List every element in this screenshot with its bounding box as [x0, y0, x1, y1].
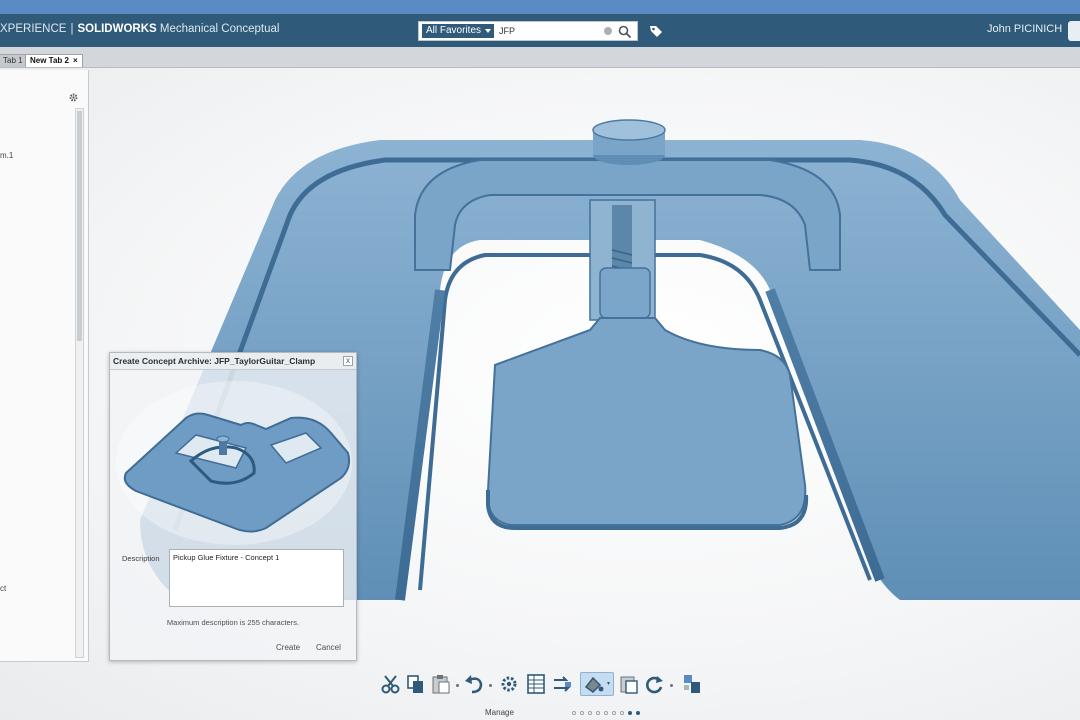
tag-icon[interactable] — [648, 23, 664, 39]
paint-tool-button[interactable] — [580, 672, 614, 696]
copy-icon[interactable] — [405, 672, 427, 696]
pager-dot[interactable] — [596, 711, 600, 715]
gear-icon[interactable] — [68, 92, 79, 103]
pager-dot[interactable] — [604, 711, 608, 715]
table-icon[interactable] — [525, 672, 547, 696]
toolbar-dot — [456, 684, 459, 687]
settings-icon[interactable] — [498, 672, 520, 696]
toolbar-section-label: Manage — [485, 708, 514, 717]
swap-icon[interactable] — [551, 672, 573, 696]
pager-dot[interactable] — [620, 711, 624, 715]
search-input[interactable] — [499, 24, 599, 38]
avatar[interactable] — [1068, 21, 1080, 41]
dialog-title: Create Concept Archive: JFP_TaylorGuitar… — [113, 356, 316, 366]
pager-dot[interactable] — [580, 711, 584, 715]
description-label: Description — [122, 554, 160, 563]
tab-2-label: New Tab 2 — [30, 56, 69, 65]
brand-title: XPERIENCE | SOLIDWORKS Mechanical Conceptu… — [0, 23, 279, 35]
brand-separator: | — [70, 23, 74, 35]
scrollbar-thumb[interactable] — [77, 111, 82, 341]
search-bar: All Favorites — [418, 21, 638, 41]
description-hint: Maximum description is 255 characters. — [166, 618, 300, 627]
panel-scrollbar[interactable] — [75, 108, 84, 658]
clipboard-icon[interactable] — [618, 672, 640, 696]
cancel-button[interactable]: Cancel — [316, 643, 341, 652]
tab-1-label: Tab 1 — [3, 56, 23, 65]
panel-item-text[interactable]: m.1 — [0, 151, 13, 160]
create-concept-archive-dialog: Create Concept Archive: JFP_TaylorGuitar… — [109, 352, 357, 661]
tab-new-tab-2[interactable]: New Tab 2 × — [25, 54, 83, 67]
tab-1[interactable]: Tab 1 — [0, 54, 28, 67]
top-accent-strip — [0, 0, 1080, 14]
dialog-titlebar[interactable]: Create Concept Archive: JFP_TaylorGuitar… — [110, 353, 356, 370]
cut-icon[interactable] — [380, 672, 402, 696]
close-icon[interactable]: x — [343, 356, 353, 366]
description-field[interactable]: Pickup Glue Fixture - Concept 1 — [169, 549, 344, 607]
paste-icon[interactable] — [430, 672, 452, 696]
paint-icon — [584, 676, 610, 693]
search-scope-select[interactable]: All Favorites — [422, 24, 495, 38]
pager-dot[interactable] — [572, 711, 576, 715]
brand-name: SOLIDWORKS — [77, 23, 157, 35]
manage-toolbar — [378, 672, 708, 698]
app-header: XPERIENCE | SOLIDWORKS Mechanical Conceptu… — [0, 14, 1080, 47]
toolbar-dot — [489, 684, 492, 687]
undo-icon[interactable] — [463, 672, 485, 696]
brand-prefix: XPERIENCE — [0, 23, 67, 35]
arrange-icon[interactable] — [681, 672, 703, 696]
left-panel: m.1 ct — [0, 70, 89, 662]
toolbar-dot — [670, 684, 673, 687]
app-name: Mechanical Conceptual — [159, 23, 280, 35]
close-icon[interactable]: × — [73, 56, 78, 65]
clear-search-icon[interactable] — [604, 27, 612, 35]
search-scope-label: All Favorites — [426, 25, 482, 36]
user-name[interactable]: John PICINICH — [987, 23, 1062, 35]
tab-bar: Tab 1 New Tab 2 × — [0, 47, 1080, 68]
pager-dot[interactable] — [612, 711, 616, 715]
refresh-icon[interactable] — [643, 672, 665, 696]
pager-dot[interactable] — [588, 711, 592, 715]
pager-dot[interactable] — [628, 711, 632, 715]
create-button[interactable]: Create — [276, 643, 300, 652]
search-icon[interactable] — [618, 25, 632, 39]
concept-thumbnail — [116, 381, 352, 545]
pager-dot[interactable] — [636, 711, 640, 715]
panel-item-text[interactable]: ct — [0, 584, 6, 593]
chevron-down-icon — [485, 29, 492, 33]
